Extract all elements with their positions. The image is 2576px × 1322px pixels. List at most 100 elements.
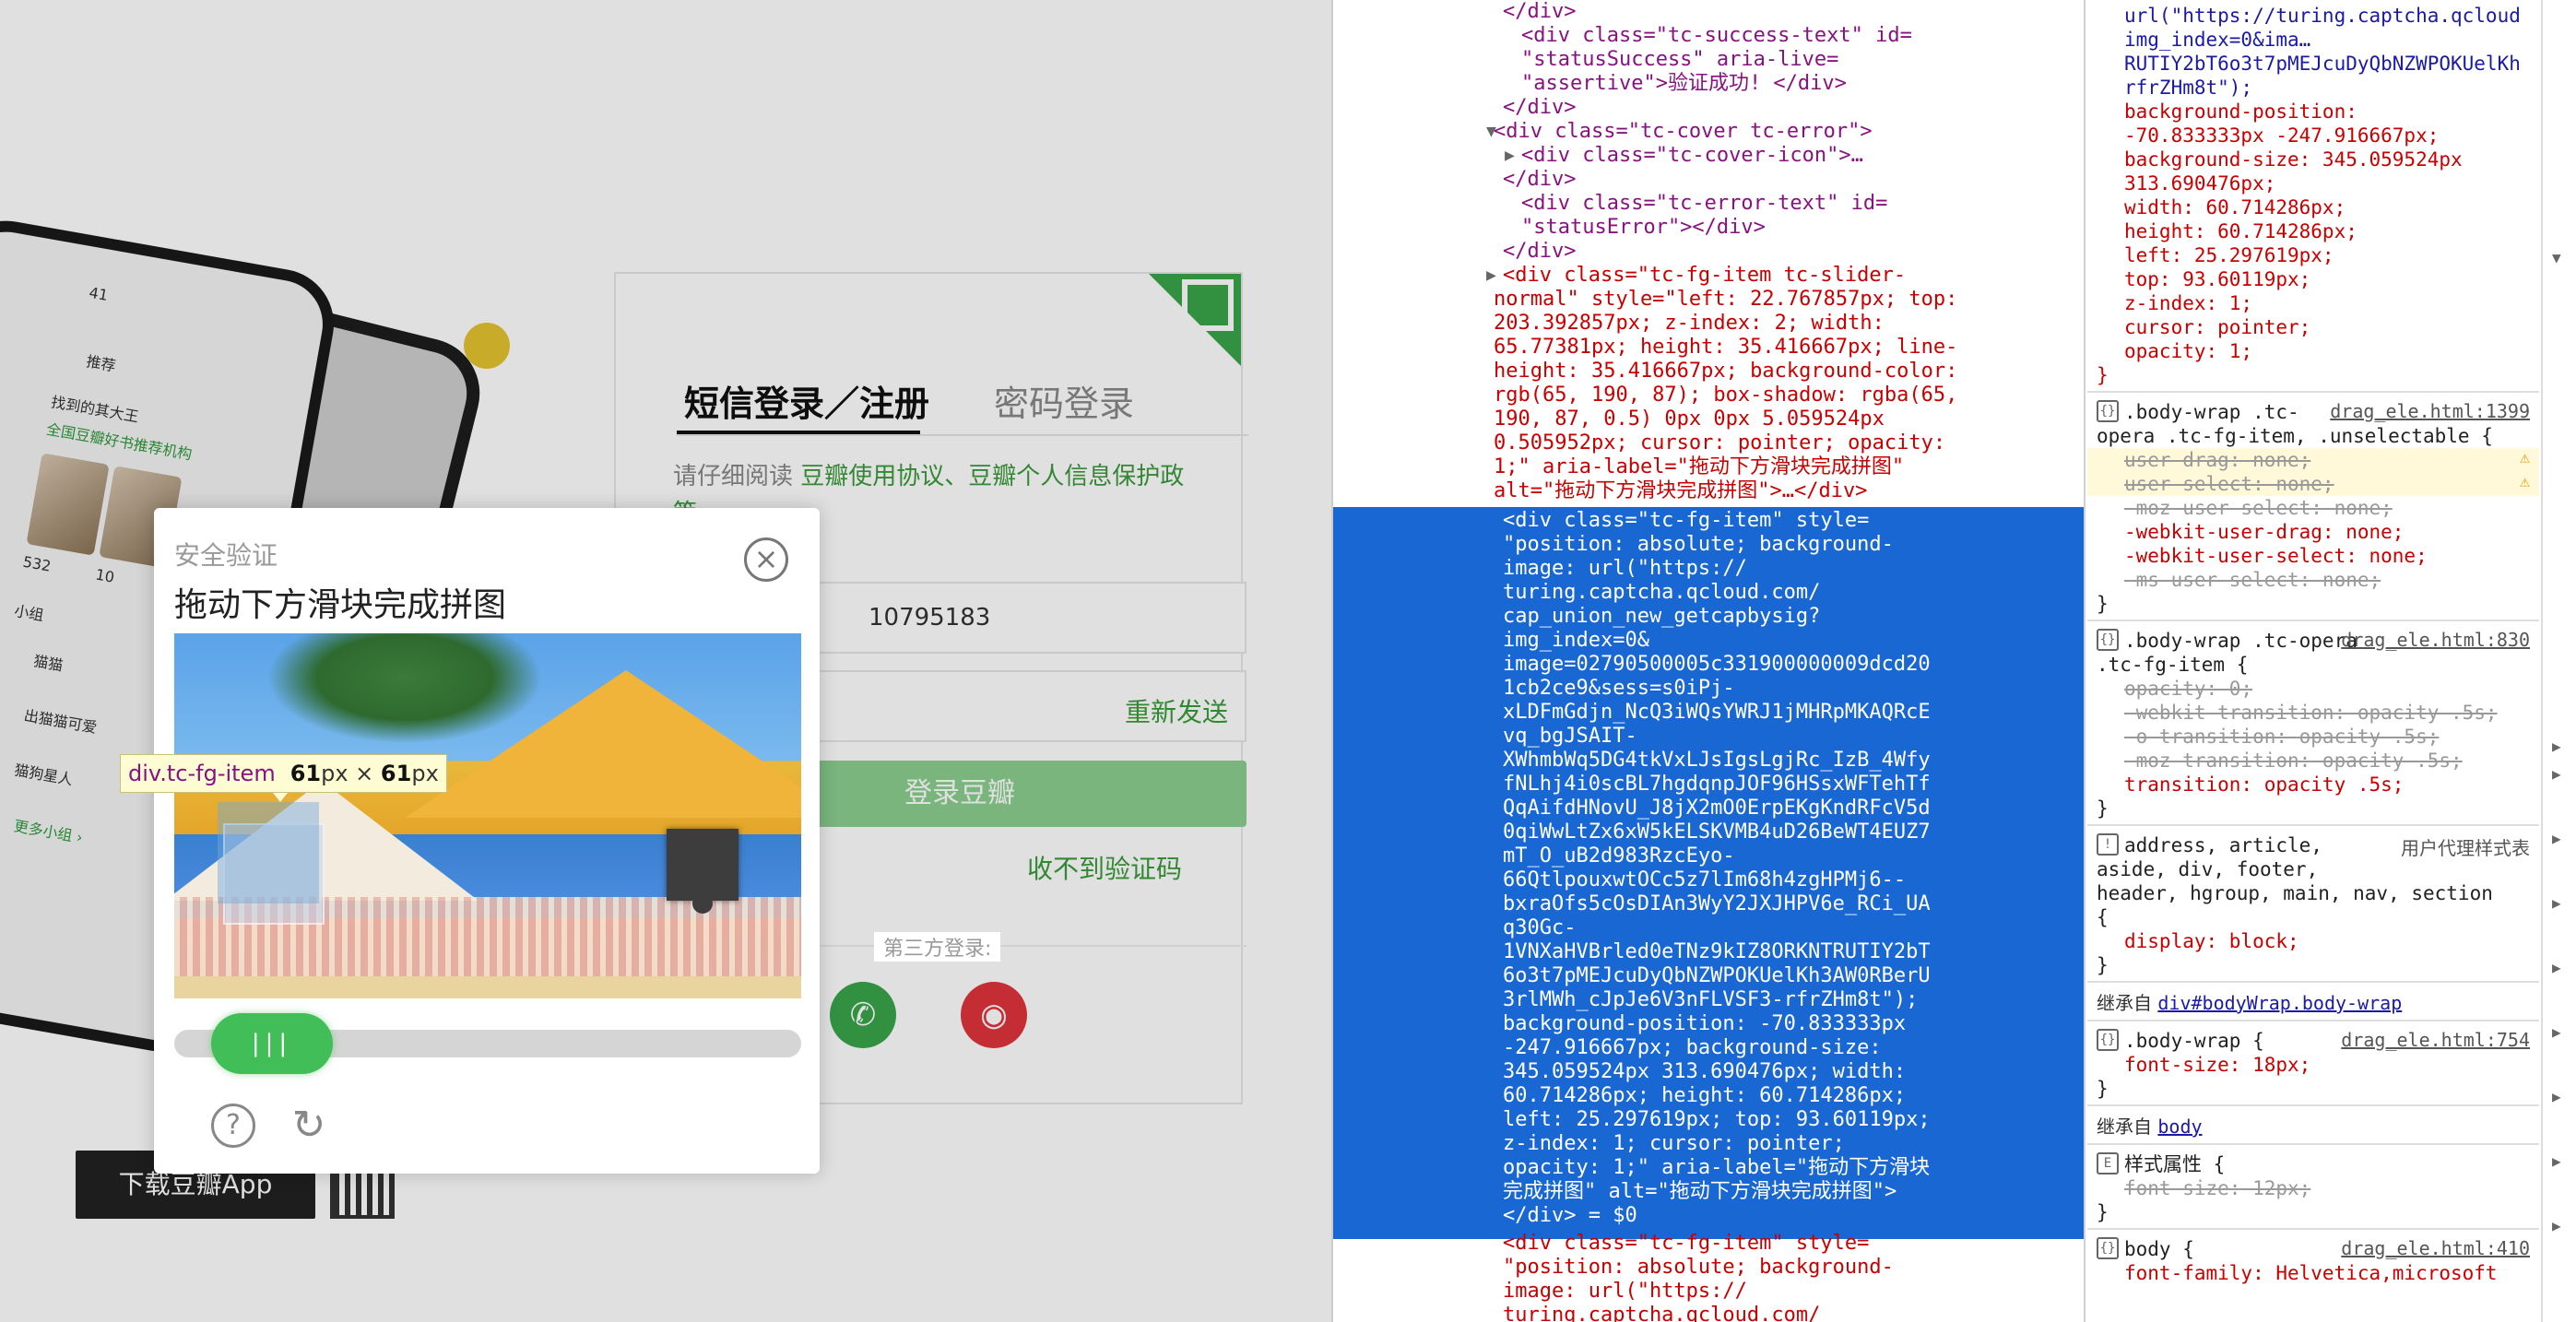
selected-node-line[interactable]: QqAifdHNovU_J8jX2mO0ErpEKgKndRFcV5d — [1503, 797, 1931, 820]
expand-icon[interactable]: ▶ — [2552, 830, 2561, 847]
expand-icon[interactable]: ▶ — [2552, 1088, 2561, 1105]
css-property[interactable]: font-size: 12px; — [2124, 1176, 2310, 1200]
dom-node-line[interactable]: <div class="tc-success-text" id= — [1521, 24, 1912, 48]
selected-node-line[interactable]: -247.916667px; background-size: — [1503, 1036, 1882, 1060]
selected-node-line[interactable]: opacity: 1;" aria-label="拖动下方滑块 — [1503, 1156, 1930, 1180]
elements-tree[interactable]: </div> <div class="tc-success-text" id= "s… — [1333, 0, 2086, 1322]
selected-node-line[interactable]: 345.059524px 313.690476px; width: — [1503, 1060, 1906, 1084]
selected-node-line[interactable]: xLDFmGdjn_NcQ3iWQsYWRJ1jMHRpMKAQRcE — [1503, 701, 1931, 725]
stylesheet-source-link[interactable]: drag_ele.html:410 — [2341, 1237, 2530, 1259]
selected-node-line[interactable]: <div class="tc-fg-item" style= — [1503, 509, 1869, 533]
css-property[interactable]: -moz-user-select: none; — [2124, 496, 2393, 520]
style-line[interactable]: left: 25.297619px; — [2124, 243, 2334, 267]
dom-node-line-modified[interactable]: <div class="tc-fg-item tc-slider- — [1503, 264, 1906, 288]
css-selector[interactable]: header, hgroup, main, nav, section — [2097, 881, 2493, 905]
selected-node-line[interactable]: image: url("https:// — [1503, 557, 1747, 581]
css-brace[interactable]: { — [2097, 905, 2109, 929]
selected-node-line[interactable]: q30Gc- — [1503, 916, 1576, 940]
selected-node-line[interactable]: 完成拼图" alt="拖动下方滑块完成拼图"> — [1503, 1180, 1897, 1204]
dom-node-line[interactable]: </div> — [1503, 0, 1576, 24]
dom-node-line[interactable]: "assertive">验证成功! </div> — [1521, 72, 1847, 96]
inherited-from-link[interactable]: div#bodyWrap.body-wrap — [2157, 992, 2402, 1014]
expand-icon[interactable]: ▶ — [1486, 266, 1496, 285]
dom-node-line[interactable]: </div> — [1503, 240, 1576, 264]
selected-node-line[interactable]: fNLhj4i0scBL7hgdqnpJOF96HSsxWFTehTf — [1503, 773, 1931, 797]
dom-node-line[interactable]: <div class="tc-cover tc-error"> — [1494, 120, 1873, 144]
warning-icon[interactable]: ⚠ — [2520, 472, 2530, 491]
css-property[interactable]: font-size: 18px; — [2124, 1053, 2310, 1077]
style-line[interactable]: 313.690476px; — [2124, 171, 2275, 195]
selected-node-line[interactable]: 6o3t7pMEJcuDyQbNZWPOKUelKh3AW0RBerU — [1503, 964, 1931, 988]
style-line[interactable]: cursor: pointer; — [2124, 315, 2310, 339]
style-line[interactable]: width: 60.714286px; — [2124, 195, 2346, 219]
expand-icon[interactable]: ▶ — [2552, 1152, 2561, 1170]
selected-node-line[interactable]: 66QtlpouxwtOCc5z7lIm68h4zgHPMj6-- — [1503, 868, 1906, 892]
expand-icon[interactable]: ▶ — [2552, 765, 2561, 783]
css-selector[interactable]: aside, div, footer, — [2097, 857, 2318, 881]
selected-node-line[interactable]: turing.captcha.qcloud.com/ — [1503, 581, 1820, 605]
style-line[interactable]: top: 93.60119px; — [2124, 267, 2310, 291]
css-property[interactable]: -ms-user-select: none; — [2124, 568, 2381, 592]
selected-node-line[interactable]: "position: absolute; background- — [1503, 533, 1894, 557]
dom-node-line[interactable]: "statusError"></div> — [1521, 216, 1766, 240]
selected-node-line[interactable]: 60.714286px; height: 60.714286px; — [1503, 1084, 1906, 1108]
css-property[interactable]: opacity: 0; — [2124, 677, 2252, 701]
selected-node-line[interactable]: background-position: -70.833333px — [1503, 1012, 1906, 1036]
dom-node-line-modified[interactable]: image: url("https:// — [1503, 1280, 1747, 1304]
dom-node-line[interactable]: </div> — [1503, 96, 1576, 120]
css-property[interactable]: display: block; — [2124, 929, 2299, 953]
selected-node-line[interactable]: left: 25.297619px; top: 93.60119px; — [1503, 1108, 1931, 1132]
style-line[interactable]: url("https://turing.captcha.qcloud — [2124, 4, 2521, 28]
dom-node-line[interactable]: <div class="tc-error-text" id= — [1521, 192, 1887, 216]
dom-node-line-modified[interactable]: 190, 87, 0.5) 0px 0px 5.059524px — [1494, 407, 1885, 431]
expand-icon[interactable]: ▶ — [2552, 894, 2561, 912]
dom-node-line-modified[interactable]: turing.captcha.qcloud.com/ — [1503, 1304, 1820, 1322]
expand-icon[interactable]: ▶ — [2552, 1023, 2561, 1041]
close-icon[interactable]: × — [744, 537, 788, 582]
css-selector[interactable]: body { — [2124, 1237, 2194, 1261]
selected-node-line[interactable]: 3rlMWh_cJpJe6V3nFLVSF3-rfrZHm8t"); — [1503, 988, 1918, 1012]
warning-icon[interactable]: ⚠ — [2520, 448, 2530, 467]
slider-handle[interactable]: ||| — [211, 1013, 333, 1074]
dom-node-line-modified[interactable]: height: 35.416667px; background-color: — [1494, 360, 1957, 384]
style-line[interactable]: opacity: 1; — [2124, 339, 2252, 363]
css-selector[interactable]: .body-wrap { — [2124, 1029, 2264, 1053]
css-property[interactable]: font-family: Helvetica,microsoft — [2124, 1261, 2498, 1285]
css-brace[interactable]: } — [2097, 1077, 2109, 1101]
selected-node-line[interactable]: XWhmbWq5DG4tkVxLJsIgsLgjRc_IzB_4Wfy — [1503, 749, 1931, 773]
style-line[interactable]: img_index=0&ima… — [2124, 28, 2310, 52]
style-line[interactable]: RUTIY2bT6o3t7pMEJcuDyQbNZWPOKUelKh — [2124, 52, 2521, 76]
css-selector[interactable]: .body-wrap .tc- — [2124, 400, 2299, 424]
stylesheet-source-link[interactable]: drag_ele.html:830 — [2341, 629, 2530, 651]
dom-node-line-modified[interactable]: rgb(65, 190, 87); box-shadow: rgba(65, — [1494, 384, 1957, 407]
selected-node-line[interactable]: bxraOfs5cOsDIAn3WyY2JXJHPV6e_RCi_UA — [1503, 892, 1931, 916]
expand-icon[interactable]: ▶ — [2552, 738, 2561, 755]
help-icon[interactable]: ? — [211, 1104, 255, 1148]
selected-node-line[interactable]: mT_O_uB2d983RzcEyo- — [1503, 844, 1735, 868]
refresh-icon[interactable]: ↻ — [285, 1102, 333, 1150]
css-property[interactable]: -o-transition: opacity .5s; — [2124, 725, 2439, 749]
css-selector[interactable]: 样式属性 { — [2124, 1152, 2225, 1176]
dom-node-line-modified[interactable]: 65.77381px; height: 35.416667px; line- — [1494, 336, 1957, 360]
expand-icon[interactable]: ▶ — [2552, 959, 2561, 976]
selected-node-line[interactable]: img_index=0& — [1503, 629, 1649, 653]
css-selector[interactable]: address, article, — [2124, 833, 2322, 857]
style-line[interactable]: height: 60.714286px; — [2124, 219, 2357, 243]
style-line[interactable]: -70.833333px -247.916667px; — [2124, 124, 2439, 148]
style-line[interactable]: rfrZHm8t"); — [2124, 76, 2252, 100]
css-property[interactable]: -moz-transition: opacity .5s; — [2124, 749, 2463, 773]
collapse-icon[interactable]: ▼ — [1486, 122, 1496, 141]
selected-node-line[interactable]: image=02790500005c331900000009dcd20 — [1503, 653, 1931, 677]
css-property[interactable]: } — [2097, 797, 2109, 820]
css-brace[interactable]: } — [2097, 953, 2109, 977]
style-line[interactable]: z-index: 1; — [2124, 291, 2252, 315]
dom-node-line[interactable]: "statusSuccess" aria-live= — [1521, 48, 1838, 72]
css-selector[interactable]: .body-wrap .tc-opera — [2124, 629, 2357, 653]
selected-node-line[interactable]: cap_union_new_getcapbysig? — [1503, 605, 1820, 629]
css-property[interactable]: -webkit-user-drag: none; — [2124, 520, 2404, 544]
styles-pane[interactable]: url("https://turing.captcha.qcloud img_in… — [2087, 0, 2539, 1322]
selected-node-line[interactable]: 0qiWwLtZx6xW5kELSKVMB4uD26BeWT4EUZ7 — [1503, 820, 1931, 844]
selected-node-line[interactable]: </div> = $0 — [1503, 1204, 1637, 1228]
expand-icon[interactable]: ▶ — [2552, 1217, 2561, 1234]
stylesheet-source-link[interactable]: drag_ele.html:754 — [2341, 1029, 2530, 1051]
